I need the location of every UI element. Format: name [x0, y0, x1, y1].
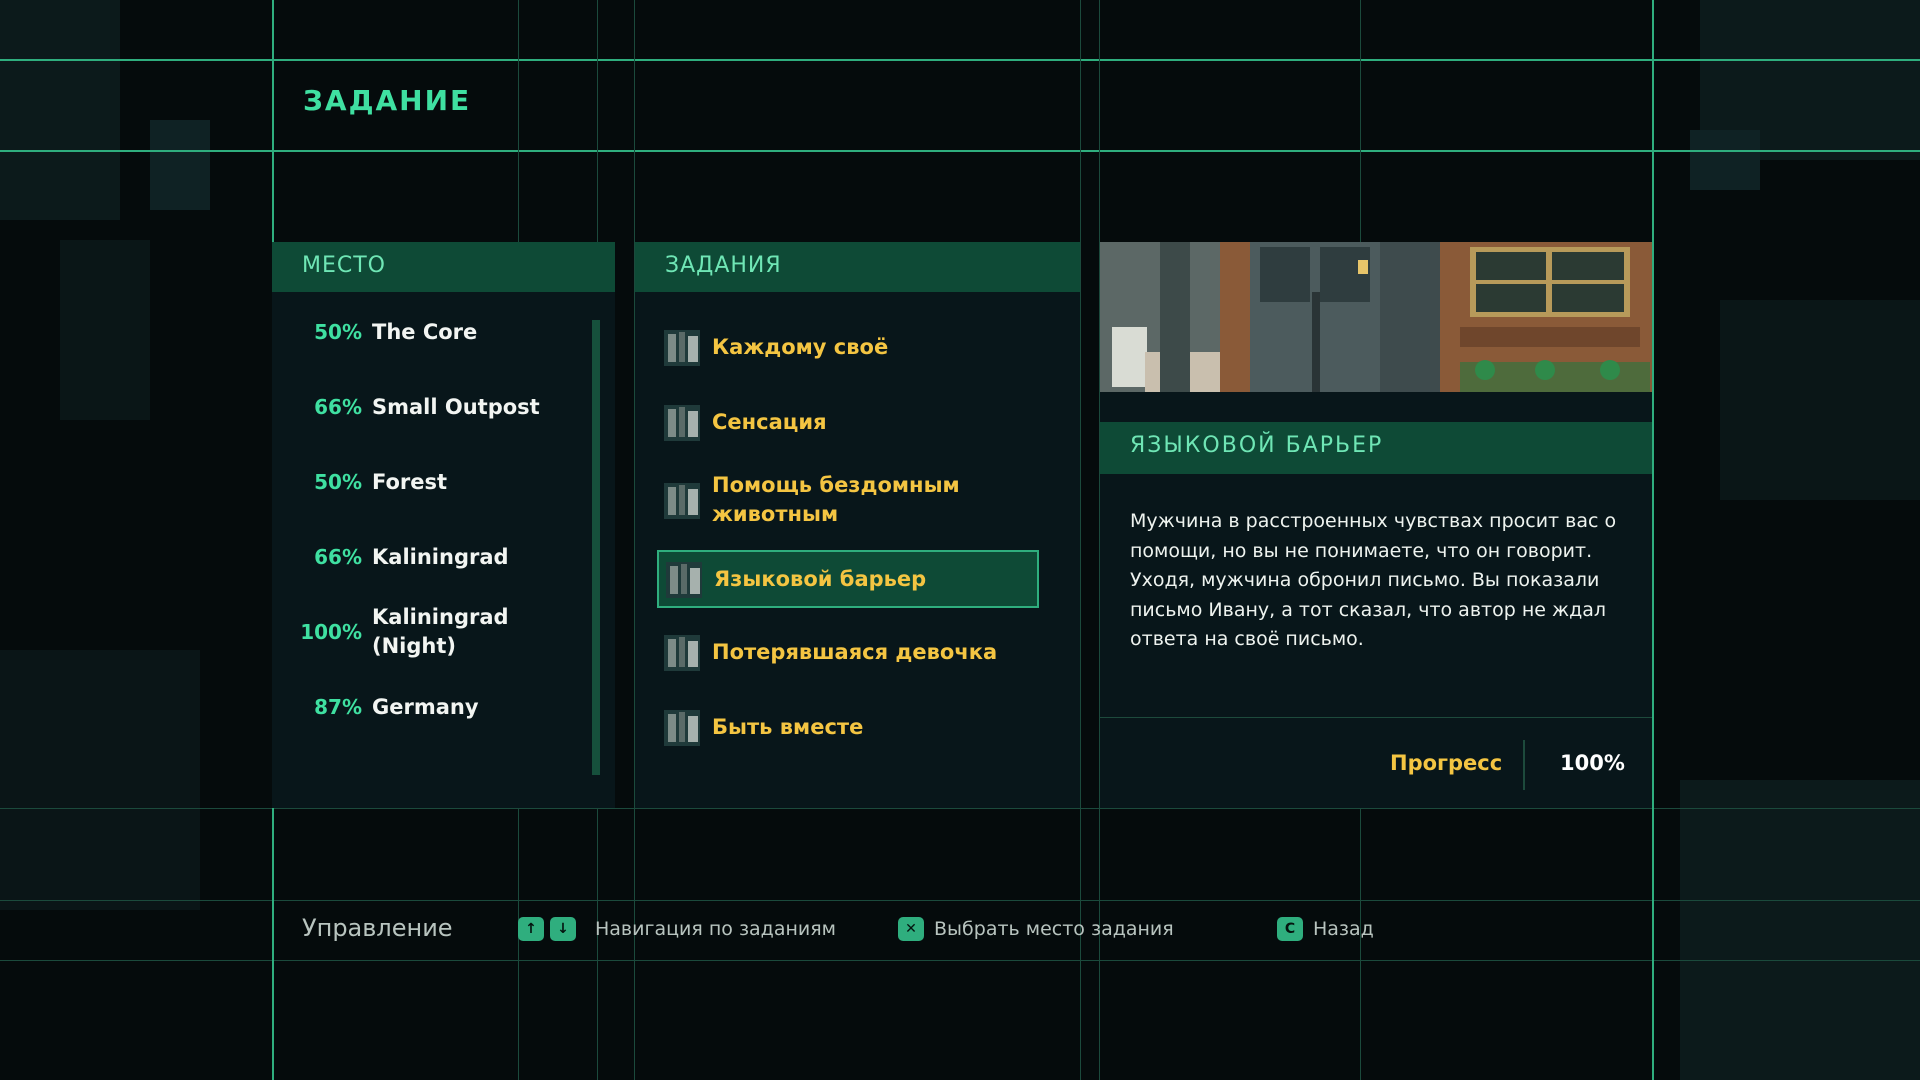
quest-item-5[interactable]: Потерявшаяся девочка [657, 625, 1035, 679]
location-percent: 100% [300, 752, 362, 772]
location-panel: МЕСТО 50% The Core 66% Small Outpost 50%… [272, 242, 615, 808]
location-panel-header: МЕСТО [272, 242, 615, 292]
location-item-kaliningrad-night[interactable]: 100% Kaliningrad (Night) [292, 602, 592, 662]
quest-label: Потерявшаяся девочка [712, 639, 998, 664]
quest-item-4-selected[interactable]: Языковой барьер [657, 550, 1039, 608]
quest-label: Быть вместе [712, 714, 864, 739]
location-percent: 66% [314, 395, 362, 419]
select-location-hint[interactable]: Выбрать место задания [934, 918, 1174, 940]
quest-book-icon [664, 330, 700, 366]
location-name: Kaliningrad [372, 544, 509, 569]
location-percent: 50% [314, 320, 362, 344]
location-item-the-core[interactable]: 50% The Core [292, 302, 592, 362]
location-name: Kaliningrad (Night) [372, 605, 509, 658]
quest-book-icon [664, 405, 700, 441]
location-item-germany[interactable]: 87% Germany [292, 677, 592, 737]
controls-bar: Управление ↑ ↓ Навигация по заданиям ✕ В… [272, 900, 1652, 960]
back-hint[interactable]: Назад [1313, 918, 1374, 940]
progress-divider [1523, 740, 1525, 790]
location-item-nsr[interactable]: 100% NSR [292, 752, 592, 773]
quest-heading: ЗАДАНИЯ [665, 253, 782, 278]
cross-key-icon: ✕ [898, 917, 924, 941]
quest-label: Языковой барьер [714, 566, 927, 591]
location-item-small-outpost[interactable]: 66% Small Outpost [292, 377, 592, 437]
quest-detail-header: ЯЗЫКОВОЙ БАРЬЕР [1100, 422, 1652, 474]
location-scrollbar-thumb[interactable] [592, 320, 600, 775]
quest-label: Помощь бездомным животным [712, 473, 960, 526]
location-item-kaliningrad[interactable]: 66% Kaliningrad [292, 527, 592, 587]
arrow-down-key-icon: ↓ [550, 917, 576, 941]
quest-label: Сенсация [712, 409, 827, 434]
location-name: NSR [372, 752, 572, 773]
quest-book-icon [664, 483, 700, 519]
location-heading: МЕСТО [302, 253, 386, 278]
controls-title: Управление [302, 914, 453, 942]
location-name: Forest [372, 469, 448, 494]
quest-item-2[interactable]: Сенсация [657, 395, 1035, 449]
quest-panel: ЗАДАНИЯ Каждому своё Сенсация Помощь без… [635, 242, 1080, 808]
quest-item-1[interactable]: Каждому своё [657, 320, 1035, 374]
quest-book-icon [664, 710, 700, 746]
progress-value: 100% [1560, 751, 1625, 775]
location-name: Germany [372, 694, 479, 719]
navigate-hint[interactable]: Навигация по заданиям [595, 918, 836, 940]
c-key-icon: C [1277, 917, 1303, 941]
quest-panel-header: ЗАДАНИЯ [635, 242, 1080, 292]
page-title: ЗАДАНИЕ [303, 84, 472, 117]
quest-detail-panel: ЯЗЫКОВОЙ БАРЬЕР Мужчина в расстроенных ч… [1100, 242, 1652, 808]
location-percent: 50% [314, 470, 362, 494]
location-percent: 100% [300, 620, 362, 644]
location-name: The Core [372, 319, 478, 344]
location-list: 50% The Core 66% Small Outpost 50% Fores… [272, 302, 592, 773]
progress-row: Прогресс 100% [1100, 717, 1652, 809]
arrow-up-key-icon: ↑ [518, 917, 544, 941]
quest-label: Каждому своё [712, 334, 889, 359]
quest-scene-image [1100, 242, 1652, 392]
quest-description: Мужчина в расстроенных чувствах просит в… [1130, 510, 1617, 650]
quest-item-3[interactable]: Помощь бездомным животным [657, 470, 1035, 530]
quest-item-6[interactable]: Быть вместе [657, 700, 1035, 754]
location-percent: 87% [314, 695, 362, 719]
location-item-forest[interactable]: 50% Forest [292, 452, 592, 512]
location-percent: 66% [314, 545, 362, 569]
quest-book-icon [664, 635, 700, 671]
location-name: Small Outpost [372, 394, 540, 419]
progress-label: Прогресс [1390, 751, 1503, 775]
quest-book-icon [666, 562, 702, 598]
quest-detail-title: ЯЗЫКОВОЙ БАРЬЕР [1130, 433, 1384, 458]
